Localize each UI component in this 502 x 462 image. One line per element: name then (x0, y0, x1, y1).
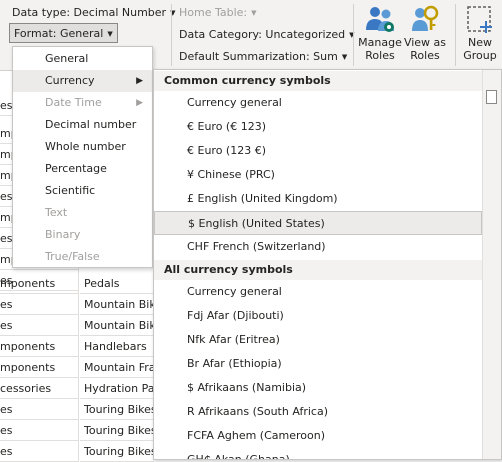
grid-cell[interactable]: es (0, 399, 79, 420)
menu-item-date-time: Date Time ▶ (13, 92, 152, 114)
format-menu: General Currency ▶ Date Time ▶ Decimal num… (12, 46, 153, 268)
menu-item-label: True/False (45, 250, 100, 263)
section-header-common: Common currency symbols (154, 71, 482, 91)
grid-cell[interactable]: Hydration Packs (80, 378, 154, 399)
currency-item-hovered[interactable]: $ English (United States) (154, 211, 482, 235)
menu-item-scientific[interactable]: Scientific (13, 180, 152, 202)
data-category-label: Data Category: Uncategorized (179, 28, 346, 41)
view-as-roles-button[interactable]: View as Roles (403, 4, 447, 62)
new-group-label-line2: Group (463, 49, 497, 62)
home-table-dropdown[interactable]: Home Table: ▼ (179, 6, 257, 19)
menu-item-label: Text (45, 206, 68, 219)
currency-item[interactable]: € Euro (123 €) (154, 139, 482, 163)
menu-item-label: Binary (45, 228, 81, 241)
default-summarization-label: Default Summarization: Sum (179, 50, 338, 63)
grid-cell[interactable]: Touring Bikes (80, 441, 154, 462)
new-group-label-line1: New (468, 36, 492, 49)
menu-item-label: Whole number (45, 140, 126, 153)
currency-item[interactable]: ¥ Chinese (PRC) (154, 163, 482, 187)
grid-cell[interactable]: es (0, 420, 79, 441)
menu-item-whole-number[interactable]: Whole number (13, 136, 152, 158)
data-type-label: Data type: Decimal Number (12, 6, 167, 19)
ribbon-separator (171, 4, 172, 66)
menu-item-label: Scientific (45, 184, 96, 197)
grid-cell[interactable]: Handlebars (80, 336, 154, 357)
menu-item-label: Currency (45, 74, 95, 87)
grid-cell[interactable]: cessories (0, 378, 79, 399)
section-header-all: All currency symbols (154, 260, 482, 280)
currency-item[interactable]: £ English (United Kingdom) (154, 187, 482, 211)
scrollbar-thumb[interactable] (486, 90, 497, 104)
new-group-button[interactable]: New Group (460, 4, 500, 62)
menu-item-label: Decimal number (45, 118, 137, 131)
view-as-roles-label-line2: Roles (410, 49, 440, 62)
format-label: Format: General (14, 27, 104, 40)
grid-cell[interactable]: Mountain Bikes (80, 315, 154, 336)
manage-roles-label-line2: Roles (365, 49, 395, 62)
currency-item[interactable]: CHF French (Switzerland) (154, 235, 482, 259)
submenu-scrollbar[interactable] (482, 70, 501, 459)
chevron-down-icon: ▼ (107, 30, 113, 38)
grid-cell[interactable]: es (0, 441, 79, 462)
currency-item[interactable]: $ Afrikaans (Namibia) (154, 376, 482, 400)
menu-item-binary: Binary (13, 224, 152, 246)
menu-item-label: Date Time (45, 96, 102, 109)
manage-roles-icon (366, 7, 394, 32)
home-table-label: Home Table: (179, 6, 248, 19)
new-group-icon (467, 6, 492, 33)
view-as-roles-label-line1: View as (403, 36, 447, 49)
chevron-down-icon: ▼ (251, 9, 257, 17)
default-summarization-dropdown[interactable]: Default Summarization: Sum ▼ (179, 50, 347, 63)
menu-item-label: General (45, 52, 89, 65)
menu-item-text: Text (13, 202, 152, 224)
manage-roles-button[interactable]: Manage Roles (357, 4, 403, 62)
grid-cell[interactable]: mponents (0, 357, 79, 378)
currency-item[interactable]: FCFA Aghem (Cameroon) (154, 424, 482, 448)
grid-cell[interactable]: es (0, 315, 79, 336)
grid-cell[interactable]: Mountain Bikes (80, 294, 154, 315)
currency-item[interactable]: Nfk Afar (Eritrea) (154, 328, 482, 352)
ribbon-separator (455, 4, 456, 66)
currency-item[interactable]: € Euro (€ 123) (154, 115, 482, 139)
menu-item-true-false: True/False (13, 246, 152, 268)
data-type-dropdown[interactable]: Data type: Decimal Number ▼ (12, 6, 175, 19)
grid-cell[interactable]: Touring Bikes (80, 399, 154, 420)
data-category-dropdown[interactable]: Data Category: Uncategorized ▼ (179, 28, 355, 41)
format-dropdown[interactable]: Format: General ▼ (9, 23, 118, 43)
view-as-roles-icon (412, 5, 439, 31)
chevron-right-icon: ▶ (136, 98, 143, 108)
grid-cell[interactable]: Pedals (80, 273, 154, 294)
chevron-right-icon: ▶ (136, 76, 143, 86)
menu-item-general[interactable]: General (13, 48, 152, 70)
grid-cell[interactable]: Touring Bikes (80, 420, 154, 441)
menu-item-currency[interactable]: Currency ▶ (13, 70, 152, 92)
currency-item[interactable]: Currency general (154, 91, 482, 115)
grid-cell[interactable]: mponents (0, 336, 79, 357)
menu-item-label: Percentage (45, 162, 107, 175)
grid-cell[interactable]: mponents (0, 273, 79, 294)
menu-item-decimal-number[interactable]: Decimal number (13, 114, 152, 136)
chevron-down-icon: ▼ (341, 53, 348, 61)
grid-cell[interactable]: Mountain Frames (80, 357, 154, 378)
currency-item[interactable]: Br Afar (Ethiopia) (154, 352, 482, 376)
currency-item[interactable]: Fdj Afar (Djibouti) (154, 304, 482, 328)
menu-item-percentage[interactable]: Percentage (13, 158, 152, 180)
grid-cell[interactable]: es (0, 294, 79, 315)
currency-item[interactable]: R Afrikaans (South Africa) (154, 400, 482, 424)
ribbon-separator (353, 4, 354, 66)
currency-submenu: Common currency symbols Currency general… (153, 69, 502, 460)
manage-roles-label-line1: Manage (358, 36, 402, 49)
currency-item[interactable]: Currency general (154, 280, 482, 304)
currency-item[interactable]: GH₵ Akan (Ghana) (154, 448, 482, 459)
